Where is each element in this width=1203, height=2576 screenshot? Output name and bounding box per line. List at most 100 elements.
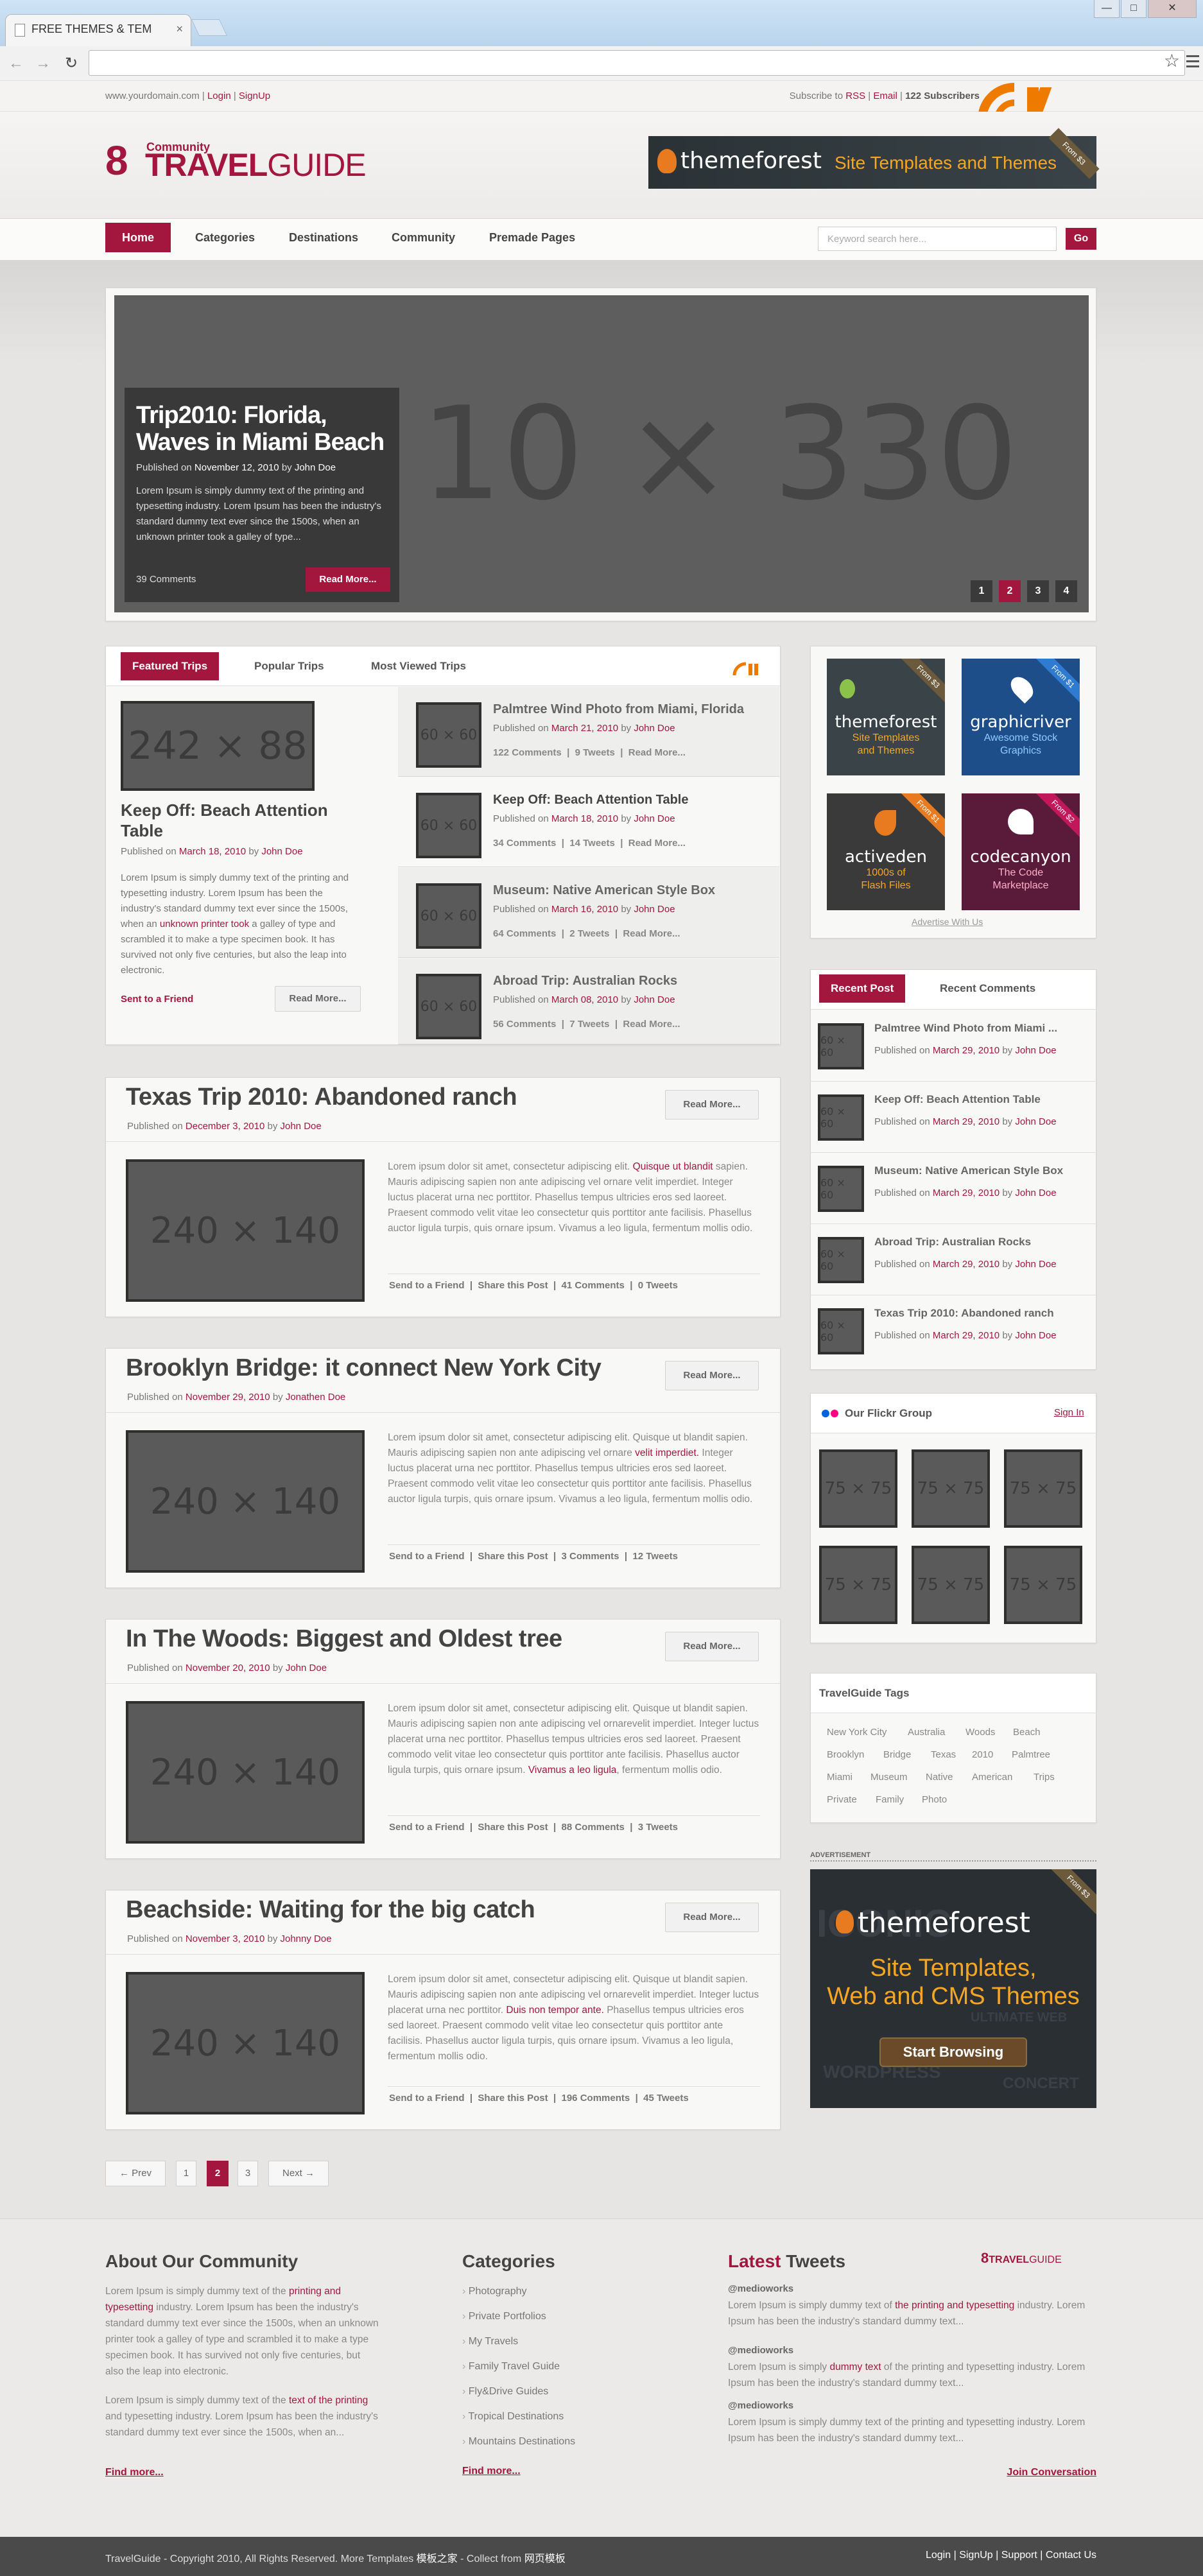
date-link[interactable]: March 29, 2010 bbox=[933, 1330, 1000, 1341]
bookmark-star-icon[interactable]: ☆ bbox=[1164, 50, 1180, 71]
flickr-photo[interactable]: 75 × 75 bbox=[912, 1546, 990, 1624]
footer-support-link[interactable]: Support bbox=[1001, 2550, 1037, 2561]
share-post-link[interactable]: Share this Post bbox=[478, 1822, 548, 1833]
tweets-count[interactable]: 0 Tweets bbox=[638, 1280, 678, 1291]
nav-premade-pages[interactable]: Premade Pages bbox=[489, 223, 575, 252]
date-link[interactable]: March 29, 2010 bbox=[933, 1188, 1000, 1198]
pagination-next[interactable]: Next → bbox=[268, 2161, 329, 2186]
recent-post-item[interactable]: 60 × 60 Keep Off: Beach Attention Table … bbox=[810, 1082, 1095, 1153]
date-link[interactable]: March 21, 2010 bbox=[551, 723, 618, 734]
article-title[interactable]: In The Woods: Biggest and Oldest tree bbox=[126, 1625, 562, 1653]
pagination-page-1[interactable]: 1 bbox=[176, 2161, 196, 2186]
recent-post-item[interactable]: 60 × 60 Museum: Native American Style Bo… bbox=[810, 1153, 1095, 1224]
tag-link[interactable]: Photo bbox=[922, 1794, 947, 1805]
excerpt-link[interactable]: unknown printer took bbox=[160, 919, 249, 929]
tweets-count[interactable]: 2 Tweets bbox=[569, 928, 609, 939]
featured-main-title[interactable]: Keep Off: Beach Attention Table bbox=[121, 800, 365, 841]
comments-count[interactable]: 56 Comments bbox=[493, 1019, 556, 1030]
search-go-button[interactable]: Go bbox=[1066, 228, 1096, 250]
tag-link[interactable]: Bridge bbox=[883, 1749, 911, 1760]
excerpt-link[interactable]: Vivamus a leo ligula bbox=[528, 1765, 617, 1776]
tag-link[interactable]: Brooklyn bbox=[827, 1749, 864, 1760]
featured-main-image[interactable]: 242 × 88 bbox=[121, 701, 315, 791]
footer-category-link[interactable]: My Travels bbox=[462, 2336, 518, 2347]
author-link[interactable]: Jonathen Doe bbox=[286, 1392, 345, 1403]
thumbnail[interactable]: 60 × 60 bbox=[416, 793, 481, 858]
browser-tab[interactable]: FREE THEMES & TEM × bbox=[5, 14, 191, 46]
article-title[interactable]: Texas Trip 2010: Abandoned ranch bbox=[126, 1084, 517, 1111]
slider-page-2[interactable]: 2 bbox=[999, 580, 1021, 602]
flickr-photo[interactable]: 75 × 75 bbox=[819, 1449, 897, 1528]
comments-count[interactable]: 34 Comments bbox=[493, 838, 556, 849]
article-read-more-button[interactable]: Read More... bbox=[665, 1903, 759, 1932]
author-link[interactable]: John Doe bbox=[286, 1663, 327, 1673]
join-conversation-link[interactable]: Join Conversation bbox=[1007, 2467, 1096, 2478]
date-link[interactable]: November 3, 2010 bbox=[186, 1933, 264, 1944]
email-link[interactable]: Email bbox=[873, 91, 897, 101]
about-link[interactable]: text of the printing bbox=[289, 2395, 368, 2406]
footer-category-link[interactable]: Family Travel Guide bbox=[462, 2361, 560, 2373]
article-image[interactable]: 240 × 140 bbox=[126, 1159, 365, 1302]
tag-link[interactable]: Family bbox=[876, 1794, 904, 1805]
comments-count[interactable]: 3 Comments bbox=[562, 1551, 619, 1562]
search-input[interactable]: Keyword search here... bbox=[818, 227, 1057, 251]
tab-featured-trips[interactable]: Featured Trips bbox=[121, 652, 220, 680]
themeforest-ad[interactable]: themeforest Site Templates and Themes Fr… bbox=[827, 659, 945, 775]
menu-icon[interactable] bbox=[1186, 55, 1199, 71]
author-link[interactable]: John Doe bbox=[1015, 1116, 1056, 1127]
close-window-button[interactable]: ✕ bbox=[1148, 0, 1197, 18]
featured-list-item[interactable]: 60 × 60 Museum: Native American Style Bo… bbox=[398, 868, 779, 958]
reload-icon[interactable]: ↻ bbox=[60, 53, 82, 74]
date-link[interactable]: December 3, 2010 bbox=[186, 1121, 264, 1132]
header-banner-ad[interactable]: themeforest Site Templates and Themes Fr… bbox=[648, 128, 1100, 189]
footer-signup-link[interactable]: SignUp bbox=[959, 2550, 992, 2561]
featured-read-more-button[interactable]: Read More... bbox=[275, 986, 361, 1012]
nav-destinations[interactable]: Destinations bbox=[289, 223, 358, 252]
tag-link[interactable]: Miami bbox=[827, 1772, 852, 1783]
recent-post-item[interactable]: 60 × 60 Texas Trip 2010: Abandoned ranch… bbox=[810, 1295, 1095, 1367]
footer-login-link[interactable]: Login bbox=[926, 2550, 951, 2561]
recent-post-item[interactable]: 60 × 60 Abroad Trip: Australian Rocks Pu… bbox=[810, 1224, 1095, 1295]
item-title[interactable]: Abroad Trip: Australian Rocks bbox=[493, 974, 677, 989]
author-link[interactable]: John Doe bbox=[634, 723, 675, 734]
flickr-photo[interactable]: 75 × 75 bbox=[819, 1546, 897, 1624]
send-to-friend-link[interactable]: Sent to a Friend bbox=[121, 994, 193, 1005]
pagination-prev[interactable]: ← Prev bbox=[105, 2161, 166, 2186]
tweets-count[interactable]: 7 Tweets bbox=[569, 1019, 609, 1030]
comments-count[interactable]: 88 Comments bbox=[562, 1822, 625, 1833]
tab-most-viewed-trips[interactable]: Most Viewed Trips bbox=[371, 652, 466, 680]
slider-page-1[interactable]: 1 bbox=[971, 580, 992, 602]
tab-recent-post[interactable]: Recent Post bbox=[819, 974, 906, 1003]
article-read-more-button[interactable]: Read More... bbox=[665, 1361, 759, 1390]
author-link[interactable]: John Doe bbox=[1015, 1259, 1056, 1270]
footer-category-link[interactable]: Tropical Destinations bbox=[462, 2411, 564, 2423]
footer-category-link[interactable]: Photography bbox=[462, 2286, 527, 2297]
read-more-link[interactable]: Read More... bbox=[628, 747, 686, 758]
nav-home[interactable]: Home bbox=[105, 223, 171, 252]
footer-category-link[interactable]: Fly&Drive Guides bbox=[462, 2386, 548, 2398]
author-link[interactable]: John Doe bbox=[634, 994, 675, 1005]
nav-community[interactable]: Community bbox=[392, 223, 455, 252]
tag-link[interactable]: New York City bbox=[827, 1727, 887, 1738]
tag-link[interactable]: Private bbox=[827, 1794, 857, 1805]
footer-category-link[interactable]: Private Portfolios bbox=[462, 2311, 546, 2322]
tweet-link[interactable]: dummy text bbox=[829, 2362, 881, 2373]
close-tab-icon[interactable]: × bbox=[176, 22, 183, 36]
article-image[interactable]: 240 × 140 bbox=[126, 1430, 365, 1573]
share-post-link[interactable]: Share this Post bbox=[478, 1280, 548, 1291]
read-more-link[interactable]: Read More... bbox=[623, 1019, 680, 1030]
date-link[interactable]: November 20, 2010 bbox=[186, 1663, 270, 1673]
back-icon[interactable]: ← bbox=[5, 53, 27, 74]
date-link[interactable]: March 29, 2010 bbox=[933, 1045, 1000, 1056]
nav-categories[interactable]: Categories bbox=[195, 223, 255, 252]
share-post-link[interactable]: Share this Post bbox=[478, 2093, 548, 2104]
codecanyon-ad[interactable]: codecanyon The Code Marketplace From $2 bbox=[962, 793, 1080, 910]
forward-icon[interactable]: → bbox=[32, 53, 54, 74]
author-link[interactable]: John Doe bbox=[1015, 1045, 1056, 1056]
address-bar[interactable] bbox=[89, 50, 1185, 76]
featured-main-date-link[interactable]: March 18, 2010 bbox=[179, 846, 246, 857]
tweets-count[interactable]: 9 Tweets bbox=[575, 747, 615, 758]
tweets-count[interactable]: 3 Tweets bbox=[638, 1822, 678, 1833]
flickr-photo[interactable]: 75 × 75 bbox=[1004, 1546, 1082, 1624]
tab-recent-comments[interactable]: Recent Comments bbox=[940, 974, 1035, 1003]
